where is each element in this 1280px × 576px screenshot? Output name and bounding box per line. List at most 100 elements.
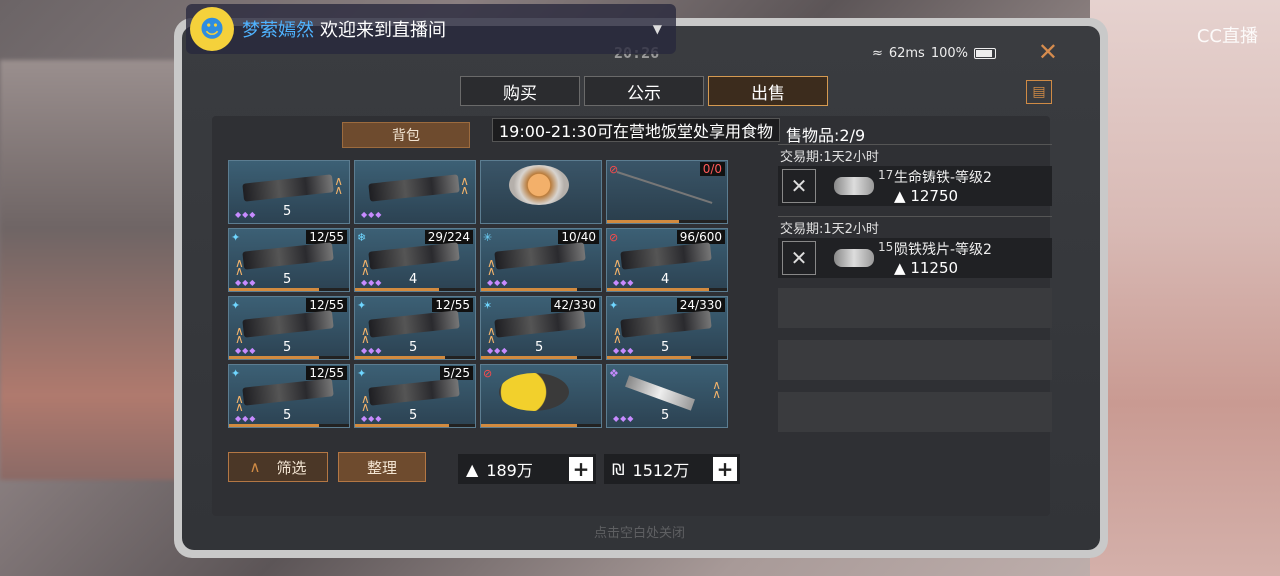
gold-amount: 1512万: [632, 461, 690, 480]
trade-qty: 17: [878, 168, 894, 182]
blade-icon: [625, 375, 695, 411]
quality-dots: ◆◆◆: [361, 278, 383, 287]
item-level: 5: [283, 408, 292, 423]
rank-chevron-icon: ∧ ∧: [487, 256, 496, 278]
avatar[interactable]: ☻: [190, 7, 234, 51]
inventory-slot[interactable]: ⊘: [480, 364, 602, 428]
durability-bar: [481, 424, 601, 427]
gold-icon: ₪: [612, 459, 625, 479]
durability-bar: [355, 424, 475, 427]
filter-button[interactable]: ∧ 筛选: [228, 452, 328, 482]
inventory-grid: ∧ ∧ ◆◆◆ 5 ∧ ∧ ◆◆◆ ⊘ 0/0 ✦ 12/55 ∧ ∧ ◆◆◆ …: [228, 160, 728, 428]
element-icon: ❖: [609, 367, 619, 380]
trade-period: 交易期:1天2小时: [778, 216, 1052, 238]
cancel-listing-button[interactable]: ✕: [782, 169, 816, 203]
inventory-slot[interactable]: ✦ 5/25 ∧ ∧ ◆◆◆ 5: [354, 364, 476, 428]
element-icon: ✦: [357, 367, 367, 380]
welcome-text: 欢迎来到直播间: [320, 20, 446, 41]
inventory-slot[interactable]: ∧ ∧ ◆◆◆ 5: [228, 160, 350, 224]
device-frame: 20:26 ≈ 62ms 100% ✕ 购买 公示 出售 ▤ 背包 19:00-…: [174, 18, 1108, 558]
element-icon: ❄: [357, 231, 367, 244]
trade-qty: 15: [878, 240, 894, 254]
quality-dots: ◆◆◆: [361, 346, 383, 355]
weapon-icon: [242, 310, 334, 338]
sort-button[interactable]: 整理: [338, 452, 426, 482]
wifi-icon: ≈: [871, 46, 883, 61]
rank-chevron-icon: ∧ ∧: [487, 324, 496, 346]
inventory-slot[interactable]: ✳ 10/40 ∧ ∧ ◆◆◆: [480, 228, 602, 292]
battery-text: 100%: [930, 46, 968, 61]
silver-currency: ▲ 189万 +: [458, 454, 596, 484]
live-stream-banner: ☻ 梦萦嫣然 欢迎来到直播间 ▼: [186, 4, 676, 54]
rank-chevron-icon: ∧ ∧: [235, 256, 244, 278]
item-level: 5: [535, 340, 544, 355]
inventory-slot[interactable]: ✦ 12/55 ∧ ∧ ◆◆◆ 5: [228, 228, 350, 292]
durability-bar: [355, 288, 475, 291]
status-bar: ≈ 62ms 100%: [872, 46, 996, 61]
tab-sell[interactable]: 出售: [708, 76, 828, 106]
inventory-slot[interactable]: ∧ ∧ ◆◆◆: [354, 160, 476, 224]
inventory-slot[interactable]: ✦ 24/330 ∧ ∧ ◆◆◆ 5: [606, 296, 728, 360]
inventory-slot[interactable]: [480, 160, 602, 224]
quality-dots: ◆◆◆: [487, 278, 509, 287]
tab-notice[interactable]: 公示: [584, 76, 704, 106]
empty-sell-slot[interactable]: [778, 288, 1052, 328]
inventory-slot[interactable]: ⊘ 0/0: [606, 160, 728, 224]
trade-listing: ✕ 17 生命铸铁-等级2 ▲ 12750: [778, 166, 1052, 206]
trade-period: 交易期:1天2小时: [778, 144, 1052, 166]
rank-chevron-icon: ∧ ∧: [235, 392, 244, 414]
empty-sell-slot[interactable]: [778, 340, 1052, 380]
rank-chevron-icon: ∧ ∧: [361, 392, 370, 414]
sell-count: 售物品:2/9: [786, 126, 866, 145]
element-icon: ✦: [231, 231, 241, 244]
gold-currency: ₪ 1512万 +: [604, 454, 740, 484]
item-level: 4: [409, 272, 418, 287]
inventory-slot[interactable]: ❖ ∧ ∧ ◆◆◆ 5: [606, 364, 728, 428]
chevron-down-icon[interactable]: ▼: [653, 22, 662, 36]
game-screen: 20:26 ≈ 62ms 100% ✕ 购买 公示 出售 ▤ 背包 19:00-…: [182, 26, 1100, 550]
forbidden-icon: ⊘: [609, 231, 619, 244]
weapon-icon: [620, 242, 712, 270]
clipboard-icon[interactable]: ▤: [1026, 80, 1052, 104]
element-icon: ✦: [357, 299, 367, 312]
trade-price: ▲ 12750: [894, 187, 959, 205]
quality-dots: ◆◆◆: [361, 210, 383, 219]
rank-chevron-icon: ∧ ∧: [460, 174, 469, 197]
add-silver-button[interactable]: +: [569, 457, 593, 481]
element-icon: ✶: [483, 299, 493, 312]
inventory-slot[interactable]: ✶ 42/330 ∧ ∧ ◆◆◆ 5: [480, 296, 602, 360]
item-level: 5: [409, 340, 418, 355]
weapon-icon: [242, 378, 334, 406]
quality-dots: ◆◆◆: [487, 346, 509, 355]
trade-price-value: 12750: [910, 187, 959, 205]
rank-chevron-icon: ∧ ∧: [361, 324, 370, 346]
inventory-slot[interactable]: ❄ 29/224 ∧ ∧ ◆◆◆ 4: [354, 228, 476, 292]
empty-sell-slot[interactable]: [778, 392, 1052, 432]
tab-buy[interactable]: 购买: [460, 76, 580, 106]
inventory-slot[interactable]: ✦ 12/55 ∧ ∧ ◆◆◆ 5: [228, 296, 350, 360]
inventory-slot[interactable]: ⊘ 96/600 ∧ ∧ ◆◆◆ 4: [606, 228, 728, 292]
weapon-icon: [494, 242, 586, 270]
weapon-icon: [368, 378, 460, 406]
element-icon: ✦: [609, 299, 619, 312]
ore-icon: [834, 177, 874, 195]
weapon-icon: [242, 242, 334, 270]
trade-item-name: 陨铁残片-等级2: [894, 242, 992, 258]
cancel-listing-button[interactable]: ✕: [782, 241, 816, 275]
streamer-name[interactable]: 梦萦嫣然: [242, 16, 314, 42]
add-gold-button[interactable]: +: [713, 457, 737, 481]
close-icon[interactable]: ✕: [1038, 38, 1058, 66]
quality-dots: ◆◆◆: [235, 278, 257, 287]
trade-item-name: 生命铸铁-等级2: [894, 170, 992, 186]
durability-bar: [607, 356, 727, 359]
inventory-slot[interactable]: ✦ 12/55 ∧ ∧ ◆◆◆ 5: [354, 296, 476, 360]
item-level: 5: [661, 340, 670, 355]
backpack-tab[interactable]: 背包: [342, 122, 470, 148]
close-hint: 点击空白处关闭: [594, 526, 686, 541]
ammo-count: 96/600: [676, 230, 725, 244]
durability-bar: [355, 356, 475, 359]
weapon-icon: [242, 174, 334, 202]
inventory-slot[interactable]: ✦ 12/55 ∧ ∧ ◆◆◆ 5: [228, 364, 350, 428]
ammo-count: 29/224: [424, 230, 473, 244]
silver-icon: ▲: [466, 459, 479, 479]
